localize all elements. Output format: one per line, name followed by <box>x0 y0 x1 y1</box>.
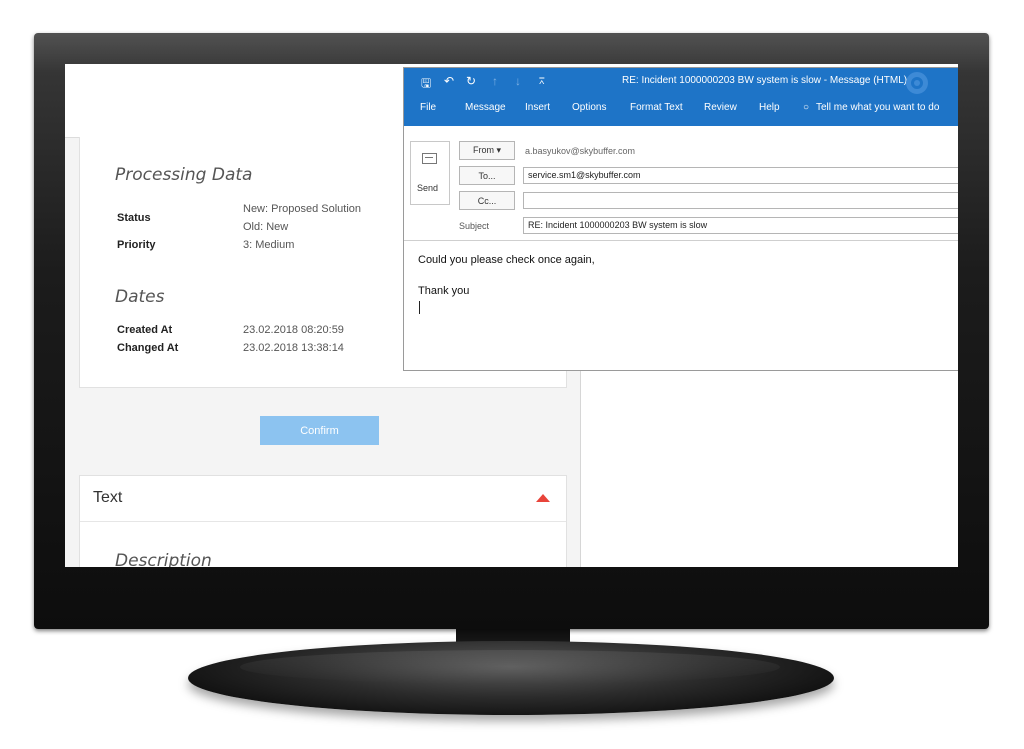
cc-button[interactable]: Cc... <box>459 191 515 210</box>
outlook-ribbon: 🖫 ↶ ↻ ↑ ↓ ⩞ RE: Incident 1000000203 BW s… <box>404 68 958 126</box>
body-line-1: Could you please check once again, <box>418 254 595 266</box>
created-at-value: 23.02.2018 08:20:59 <box>243 324 344 336</box>
undo-icon[interactable]: ↶ <box>444 74 454 88</box>
arrow-down-icon[interactable]: ↓ <box>515 74 521 88</box>
text-panel: Text Description <box>79 475 567 567</box>
send-envelope-icon <box>422 153 437 164</box>
collapse-arrow-icon[interactable] <box>536 494 550 502</box>
changed-at-label: Changed At <box>117 342 179 354</box>
subject-label: Subject <box>459 221 490 231</box>
window-title: RE: Incident 1000000203 BW system is slo… <box>622 75 908 86</box>
customize-qat-icon[interactable]: ⩞ <box>539 76 544 87</box>
cc-field[interactable] <box>523 192 958 209</box>
to-button[interactable]: To... <box>459 166 515 185</box>
menu-help[interactable]: Help <box>759 102 780 113</box>
changed-at-value: 23.02.2018 13:38:14 <box>243 342 344 354</box>
monitor-screen: Processing Data Status New: Proposed Sol… <box>65 64 958 567</box>
window-decoration-icon <box>906 72 928 94</box>
outlook-compose-window: 🖫 ↶ ↻ ↑ ↓ ⩞ RE: Incident 1000000203 BW s… <box>403 67 958 371</box>
send-label: Send <box>417 183 439 193</box>
processing-data-title: Processing Data <box>115 165 253 185</box>
menu-options[interactable]: Options <box>572 102 606 113</box>
priority-label: Priority <box>117 239 156 251</box>
priority-value: 3: Medium <box>243 239 295 251</box>
text-panel-title: Text <box>93 489 123 506</box>
redo-icon[interactable]: ↻ <box>466 74 476 88</box>
status-label: Status <box>117 212 151 224</box>
from-address: a.basyukov@skybuffer.com <box>525 146 636 156</box>
status-old-value: Old: New <box>243 221 289 233</box>
description-title: Description <box>115 551 212 567</box>
confirm-button[interactable]: Confirm <box>260 416 379 445</box>
tell-me-search[interactable]: Tell me what you want to do <box>816 102 939 113</box>
from-button[interactable]: From ▾ <box>459 141 515 160</box>
monitor-base-highlight <box>240 650 780 684</box>
message-body[interactable]: Could you please check once again, Thank… <box>404 240 958 370</box>
text-panel-header[interactable]: Text <box>80 476 566 522</box>
subject-field[interactable]: RE: Incident 1000000203 BW system is slo… <box>523 217 958 234</box>
status-new-value: New: Proposed Solution <box>243 203 362 215</box>
menu-review[interactable]: Review <box>704 102 737 113</box>
menu-insert[interactable]: Insert <box>525 102 550 113</box>
save-icon[interactable]: 🖫 <box>421 74 431 95</box>
text-cursor <box>419 301 420 314</box>
send-button[interactable]: Send <box>410 141 450 205</box>
menu-format-text[interactable]: Format Text <box>630 102 683 113</box>
to-field[interactable]: service.sm1@skybuffer.com <box>523 167 958 184</box>
created-at-label: Created At <box>117 324 173 336</box>
menu-file[interactable]: File <box>420 102 436 113</box>
arrow-up-icon[interactable]: ↑ <box>492 74 498 88</box>
lightbulb-icon: ○ <box>803 102 810 113</box>
body-line-2: Thank you <box>418 285 470 297</box>
dates-title: Dates <box>115 287 165 307</box>
menu-message[interactable]: Message <box>465 102 506 113</box>
